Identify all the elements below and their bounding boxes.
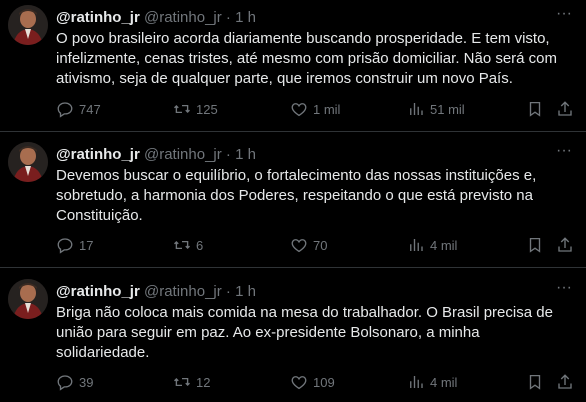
views-count: 51 mil xyxy=(430,101,465,117)
like-icon xyxy=(291,239,307,253)
like-button[interactable]: 1 mil xyxy=(290,99,340,119)
tweet-text: O povo brasileiro acorda diariamente bus… xyxy=(56,30,558,87)
author-handle[interactable]: @ratinho_jr xyxy=(144,283,222,300)
retweet-count: 125 xyxy=(196,101,218,117)
views-button[interactable]: 4 mil xyxy=(407,235,457,255)
bookmark-icon xyxy=(529,237,541,253)
author-handle[interactable]: @ratinho_jr xyxy=(144,146,222,163)
like-count: 70 xyxy=(313,237,328,253)
like-button[interactable]: 109 xyxy=(290,372,335,392)
retweet-button[interactable]: 125 xyxy=(173,99,218,119)
author-name[interactable]: @ratinho_jr xyxy=(56,146,140,163)
share-icon xyxy=(558,237,572,252)
avatar[interactable] xyxy=(8,5,48,45)
share-button[interactable] xyxy=(556,99,574,119)
share-button[interactable] xyxy=(556,235,574,255)
author-name[interactable]: @ratinho_jr xyxy=(56,283,140,300)
tweet-text: Briga não coloca mais comida na mesa do … xyxy=(56,304,553,361)
tweet-text: Devemos buscar o equilíbrio, o fortaleci… xyxy=(56,167,537,224)
retweet-button[interactable]: 6 xyxy=(173,235,203,255)
reply-button[interactable]: 17 xyxy=(56,235,93,255)
reply-count: 747 xyxy=(79,101,101,117)
more-icon[interactable]: ··· xyxy=(553,280,575,299)
bookmark-button[interactable] xyxy=(526,235,544,255)
views-icon xyxy=(410,376,423,388)
reply-count: 39 xyxy=(79,374,94,390)
author-handle[interactable]: @ratinho_jr xyxy=(144,9,222,26)
tweet-divider xyxy=(0,131,586,132)
like-count: 1 mil xyxy=(313,101,341,117)
views-count: 4 mil xyxy=(430,374,458,390)
reply-count: 17 xyxy=(79,237,94,253)
more-icon[interactable]: ··· xyxy=(553,143,575,162)
reply-icon xyxy=(57,238,73,254)
tweet-actions: 747 125 1 mil 51 mil xyxy=(0,99,586,119)
views-button[interactable]: 4 mil xyxy=(407,372,457,392)
retweet-icon xyxy=(174,240,190,250)
avatar[interactable] xyxy=(8,142,48,182)
tweet-actions: 17 6 70 4 mil xyxy=(0,235,586,255)
tweet-divider xyxy=(0,267,586,268)
timestamp[interactable]: 1 h xyxy=(235,283,256,300)
separator-dot: · xyxy=(225,146,231,163)
like-icon xyxy=(291,376,307,390)
reply-icon xyxy=(57,375,73,391)
like-count: 109 xyxy=(313,374,335,390)
reply-icon xyxy=(57,102,73,118)
timestamp[interactable]: 1 h xyxy=(235,9,256,26)
tweet-actions: 39 12 109 4 mil xyxy=(0,372,586,392)
share-button[interactable] xyxy=(556,372,574,392)
retweet-icon xyxy=(174,377,190,387)
retweet-count: 12 xyxy=(196,374,211,390)
retweet-button[interactable]: 12 xyxy=(173,372,210,392)
views-icon xyxy=(410,239,423,251)
bookmark-button[interactable] xyxy=(526,99,544,119)
retweet-icon xyxy=(174,104,190,114)
views-button[interactable]: 51 mil xyxy=(407,99,465,119)
views-count: 4 mil xyxy=(430,237,458,253)
bookmark-icon xyxy=(529,374,541,390)
more-icon[interactable]: ··· xyxy=(553,6,575,25)
like-icon xyxy=(291,103,307,117)
timestamp[interactable]: 1 h xyxy=(235,146,256,163)
author-name[interactable]: @ratinho_jr xyxy=(56,9,140,26)
views-icon xyxy=(410,103,423,115)
reply-button[interactable]: 747 xyxy=(56,99,101,119)
separator-dot: · xyxy=(225,283,231,300)
share-icon xyxy=(558,374,572,389)
separator-dot: · xyxy=(225,9,231,26)
share-icon xyxy=(558,101,572,116)
avatar[interactable] xyxy=(8,279,48,319)
like-button[interactable]: 70 xyxy=(290,235,327,255)
bookmark-button[interactable] xyxy=(526,372,544,392)
reply-button[interactable]: 39 xyxy=(56,372,93,392)
bookmark-icon xyxy=(529,101,541,117)
retweet-count: 6 xyxy=(196,237,204,253)
